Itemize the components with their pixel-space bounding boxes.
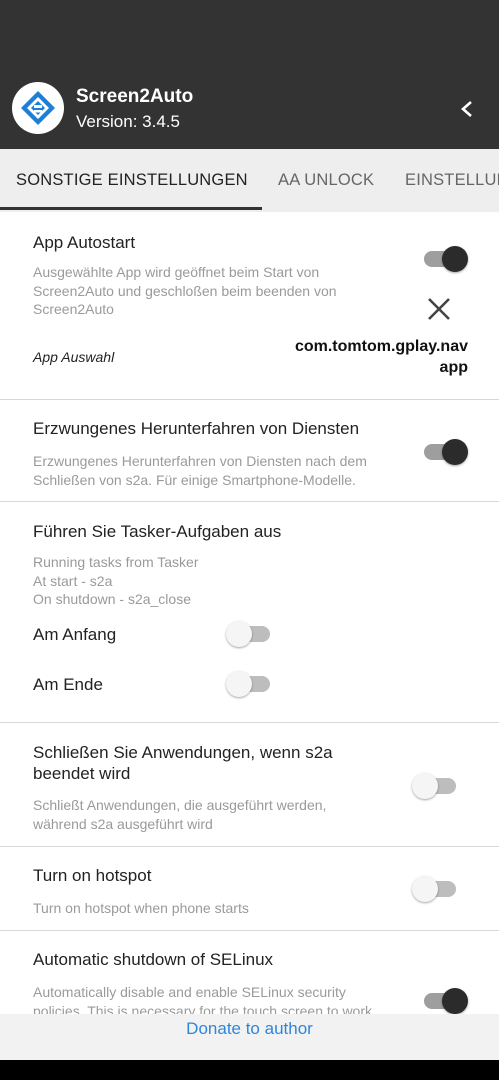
autostart-title: App Autostart	[33, 233, 136, 252]
forced-shutdown-toggle[interactable]	[422, 437, 468, 467]
app-select-value[interactable]: com.tomtom.gplay.nav app	[268, 336, 468, 378]
selinux-title: Automatic shutdown of SELinux	[33, 950, 274, 969]
tab-sonstige-einstellungen[interactable]: SONSTIGE EINSTELLUNGEN	[16, 171, 248, 190]
app-logo	[12, 82, 64, 134]
hotspot-toggle[interactable]	[412, 874, 458, 904]
close-icon	[428, 298, 450, 320]
tab-einstellungen[interactable]: EINSTELLUNGEN	[405, 171, 499, 190]
tasker-title: Führen Sie Tasker-Aufgaben aus	[33, 522, 282, 541]
tasker-at-end-toggle[interactable]	[226, 669, 272, 699]
selinux-toggle[interactable]	[422, 986, 468, 1016]
donate-link[interactable]: Donate to author	[0, 1019, 499, 1039]
status-bar	[0, 0, 499, 72]
active-tab-indicator	[0, 207, 262, 210]
back-button[interactable]	[452, 94, 482, 124]
app-select-label: App Auswahl	[33, 349, 115, 365]
divider	[0, 501, 499, 502]
chevron-left-icon	[461, 101, 472, 117]
tasker-at-end-label: Am Ende	[33, 675, 103, 694]
divider	[0, 846, 499, 847]
screen2auto-logo-icon	[21, 91, 55, 125]
app-header: Screen2Auto Version: 3.4.5	[0, 72, 499, 149]
tab-bar: SONSTIGE EINSTELLUNGEN AA UNLOCK EINSTEL…	[0, 149, 499, 212]
divider	[0, 399, 499, 400]
footer-bar: Donate to author	[0, 1014, 499, 1060]
autostart-toggle[interactable]	[422, 244, 468, 274]
tasker-at-start-toggle[interactable]	[226, 619, 272, 649]
app-version: Version: 3.4.5	[76, 112, 180, 131]
forced-shutdown-title: Erzwungenes Herunterfahren von Diensten	[33, 419, 360, 438]
divider	[0, 930, 499, 931]
divider	[0, 722, 499, 723]
close-apps-title: Schließen Sie Anwendungen, wenn s2a been…	[33, 743, 333, 783]
autostart-desc: Ausgewählte App wird geöffnet beim Start…	[33, 264, 337, 317]
tasker-desc: Running tasks from Tasker At start - s2a…	[33, 554, 199, 607]
hotspot-desc: Turn on hotspot when phone starts	[33, 900, 249, 916]
clear-app-button[interactable]	[425, 295, 453, 323]
tasker-at-start-label: Am Anfang	[33, 625, 117, 644]
system-nav-bar	[0, 1060, 499, 1080]
tab-aa-unlock[interactable]: AA UNLOCK	[278, 171, 374, 190]
close-apps-desc: Schließt Anwendungen, die ausgeführt wer…	[33, 797, 327, 832]
app-title: Screen2Auto	[76, 86, 194, 107]
close-apps-toggle[interactable]	[412, 771, 458, 801]
hotspot-title: Turn on hotspot	[33, 866, 152, 885]
settings-list: App Autostart Ausgewählte App wird geöff…	[0, 212, 499, 1060]
forced-shutdown-desc: Erzwungenes Herunterfahren von Diensten …	[33, 453, 367, 488]
